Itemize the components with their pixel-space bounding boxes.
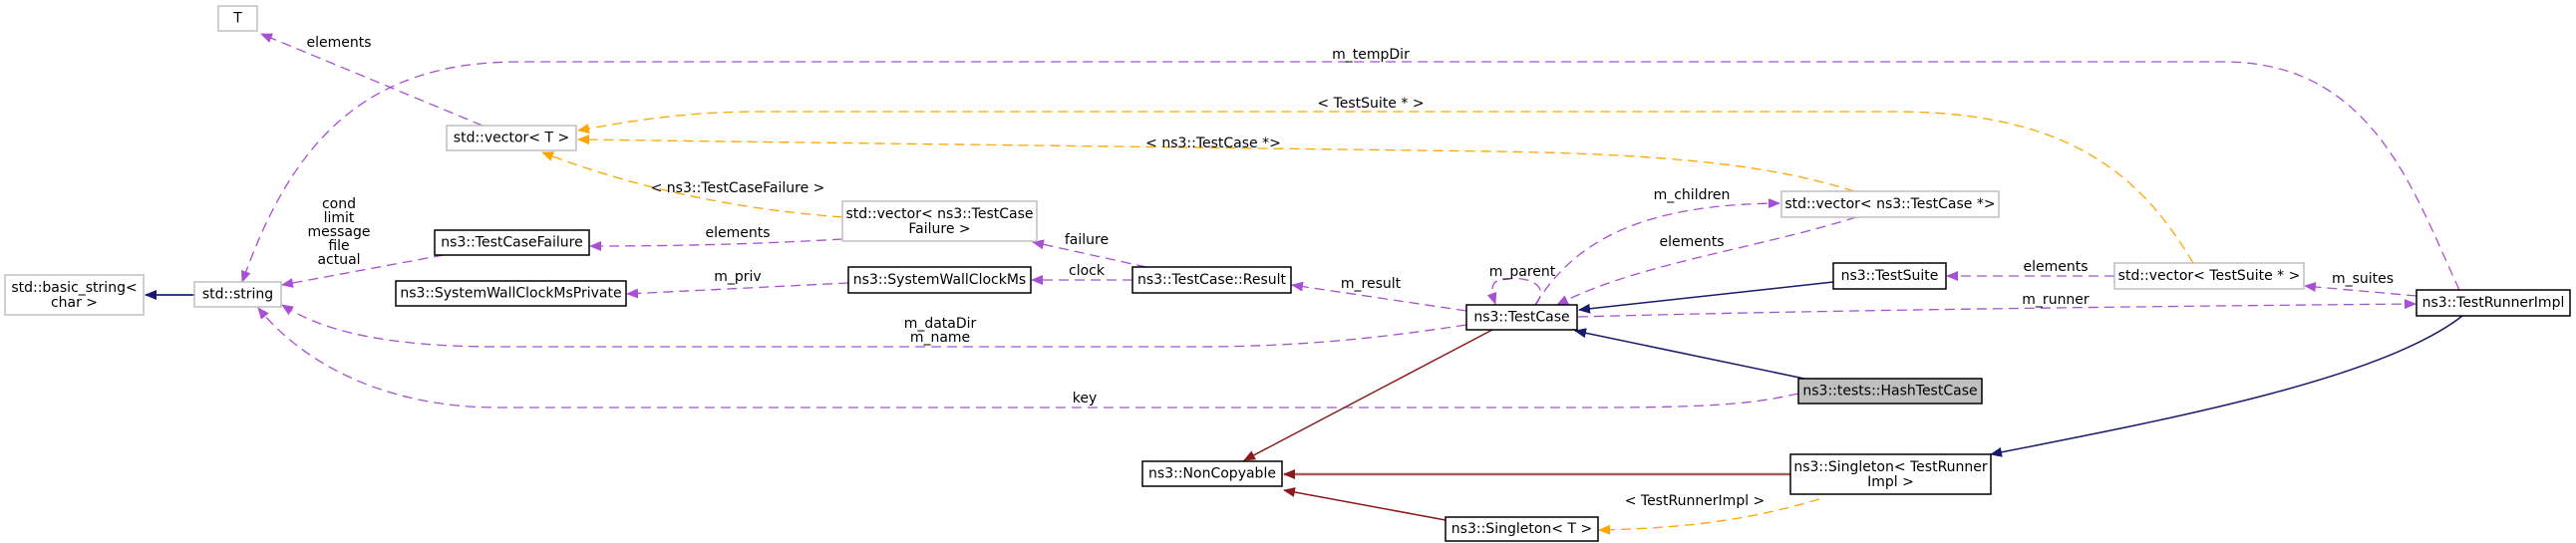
label-m-result: m_result [1341,276,1402,292]
label-field-actual: actual [317,252,360,268]
node-noncopyable-label: ns3::NonCopyable [1148,466,1276,482]
node-singleton-t-label: ns3::Singleton< T > [1451,521,1592,537]
node-hashtestcase-label: ns3::tests::HashTestCase [1802,384,1977,400]
node-singleton-testrunnerimpl-label-1: ns3::Singleton< TestRunner [1793,459,1988,475]
node-basic-string[interactable]: std::basic_string< char > [4,274,145,316]
label-m-runner: m_runner [2022,292,2090,308]
node-vector-testcase-ptr-label: std::vector< ns3::TestCase *> [1784,196,1995,212]
label-clock: clock [1069,263,1106,279]
edge-m-datadir-name [281,304,1467,348]
node-std-string[interactable]: std::string [193,281,282,308]
label-failure: failure [1065,232,1109,248]
edge-m-children [1534,198,1780,306]
edge-testsuite-testcase [1578,281,1834,314]
label-tmpl-testcase: < ns3::TestCase *> [1145,136,1281,151]
node-systemwallclockmsprivate[interactable]: ns3::SystemWallClockMsPrivate [395,280,627,307]
node-singleton-t[interactable]: ns3::Singleton< T > [1445,516,1599,542]
label-tmpl-testrunnerimpl: < TestRunnerImpl > [1625,493,1766,509]
node-testsuite[interactable]: ns3::TestSuite [1832,262,1947,290]
node-vector-testcasefailure[interactable]: std::vector< ns3::TestCase Failure > [841,200,1038,242]
nodes: T std::basic_string< char > std::string … [4,5,2571,542]
node-singleton-testrunnerimpl-label-2: Impl > [1867,474,1914,490]
edge-testrunner-singleton [1990,315,2463,457]
node-vector-testcasefailure-label-2: Failure > [908,221,970,237]
node-testcase[interactable]: ns3::TestCase [1465,304,1578,331]
node-testcase-result[interactable]: ns3::TestCase::Result [1131,266,1292,294]
edge-labels: elements m_tempDir < TestSuite * > < ns3… [306,35,2394,509]
edge-vector-t-to-t [260,33,483,127]
node-testrunnerimpl-label: ns3::TestRunnerImpl [2422,295,2565,311]
node-vector-testcase-ptr[interactable]: std::vector< ns3::TestCase *> [1780,190,2000,218]
node-basic-string-label-1: std::basic_string< [11,280,137,296]
collaboration-diagram: elements m_tempDir < TestSuite * > < ns3… [4,5,2571,542]
edge-vec-testcase-elements [1556,216,1857,306]
node-testcase-result-label: ns3::TestCase::Result [1137,272,1287,288]
node-singleton-testrunnerimpl[interactable]: ns3::Singleton< TestRunner Impl > [1789,453,1992,495]
label-m-priv: m_priv [714,269,761,285]
node-testrunnerimpl[interactable]: ns3::TestRunnerImpl [2415,289,2571,317]
node-noncopyable[interactable]: ns3::NonCopyable [1141,460,1283,487]
label-m-tempdir: m_tempDir [1332,47,1410,63]
edge-m-suites [2304,281,2417,297]
node-t[interactable]: T [217,5,258,32]
node-std-string-label: std::string [202,287,273,303]
node-vector-t-label: std::vector< T > [454,131,569,146]
label-key: key [1073,391,1098,407]
edge-testcase-noncopyable [1243,329,1493,461]
node-vector-testsuite-ptr-label: std::vector< TestSuite * > [2118,268,2301,284]
label-m-name: m_name [910,330,970,346]
label-vecsuite-elements: elements [2023,259,2088,275]
node-testsuite-label: ns3::TestSuite [1841,268,1939,284]
label-m-children: m_children [1654,187,1731,203]
node-hashtestcase[interactable]: ns3::tests::HashTestCase [1797,378,1983,405]
node-testcasefailure-label: ns3::TestCaseFailure [441,235,582,251]
node-systemwallclockmsprivate-label: ns3::SystemWallClockMsPrivate [400,286,621,302]
label-tmpl-testcasefailure: < ns3::TestCaseFailure > [651,180,825,196]
edge-m-runner [1577,299,2416,318]
node-vector-t[interactable]: std::vector< T > [446,125,577,151]
edge-hashtestcase-testcase [1574,328,1805,380]
label-t-elements: elements [306,35,371,51]
node-testcase-label: ns3::TestCase [1473,310,1569,326]
node-systemwallclockms-label: ns3::SystemWallClockMs [853,272,1026,288]
node-t-label: T [232,11,242,27]
label-vecfailure-elements: elements [705,225,770,241]
label-m-suites: m_suites [2332,271,2394,287]
node-vector-testcasefailure-label-1: std::vector< ns3::TestCase [845,206,1033,222]
label-m-parent: m_parent [1489,264,1556,280]
edge-singleton-t-noncopyable [1283,487,1447,521]
node-vector-testsuite-ptr[interactable]: std::vector< TestSuite * > [2113,262,2305,290]
label-tmpl-testsuite: < TestSuite * > [1317,96,1424,112]
label-vec-testcase-elements: elements [1659,234,1724,250]
node-basic-string-label-2: char > [51,295,98,311]
edge-m-parent [1486,277,1542,306]
node-testcasefailure[interactable]: ns3::TestCaseFailure [434,229,590,256]
node-systemwallclockms[interactable]: ns3::SystemWallClockMs [847,266,1032,294]
